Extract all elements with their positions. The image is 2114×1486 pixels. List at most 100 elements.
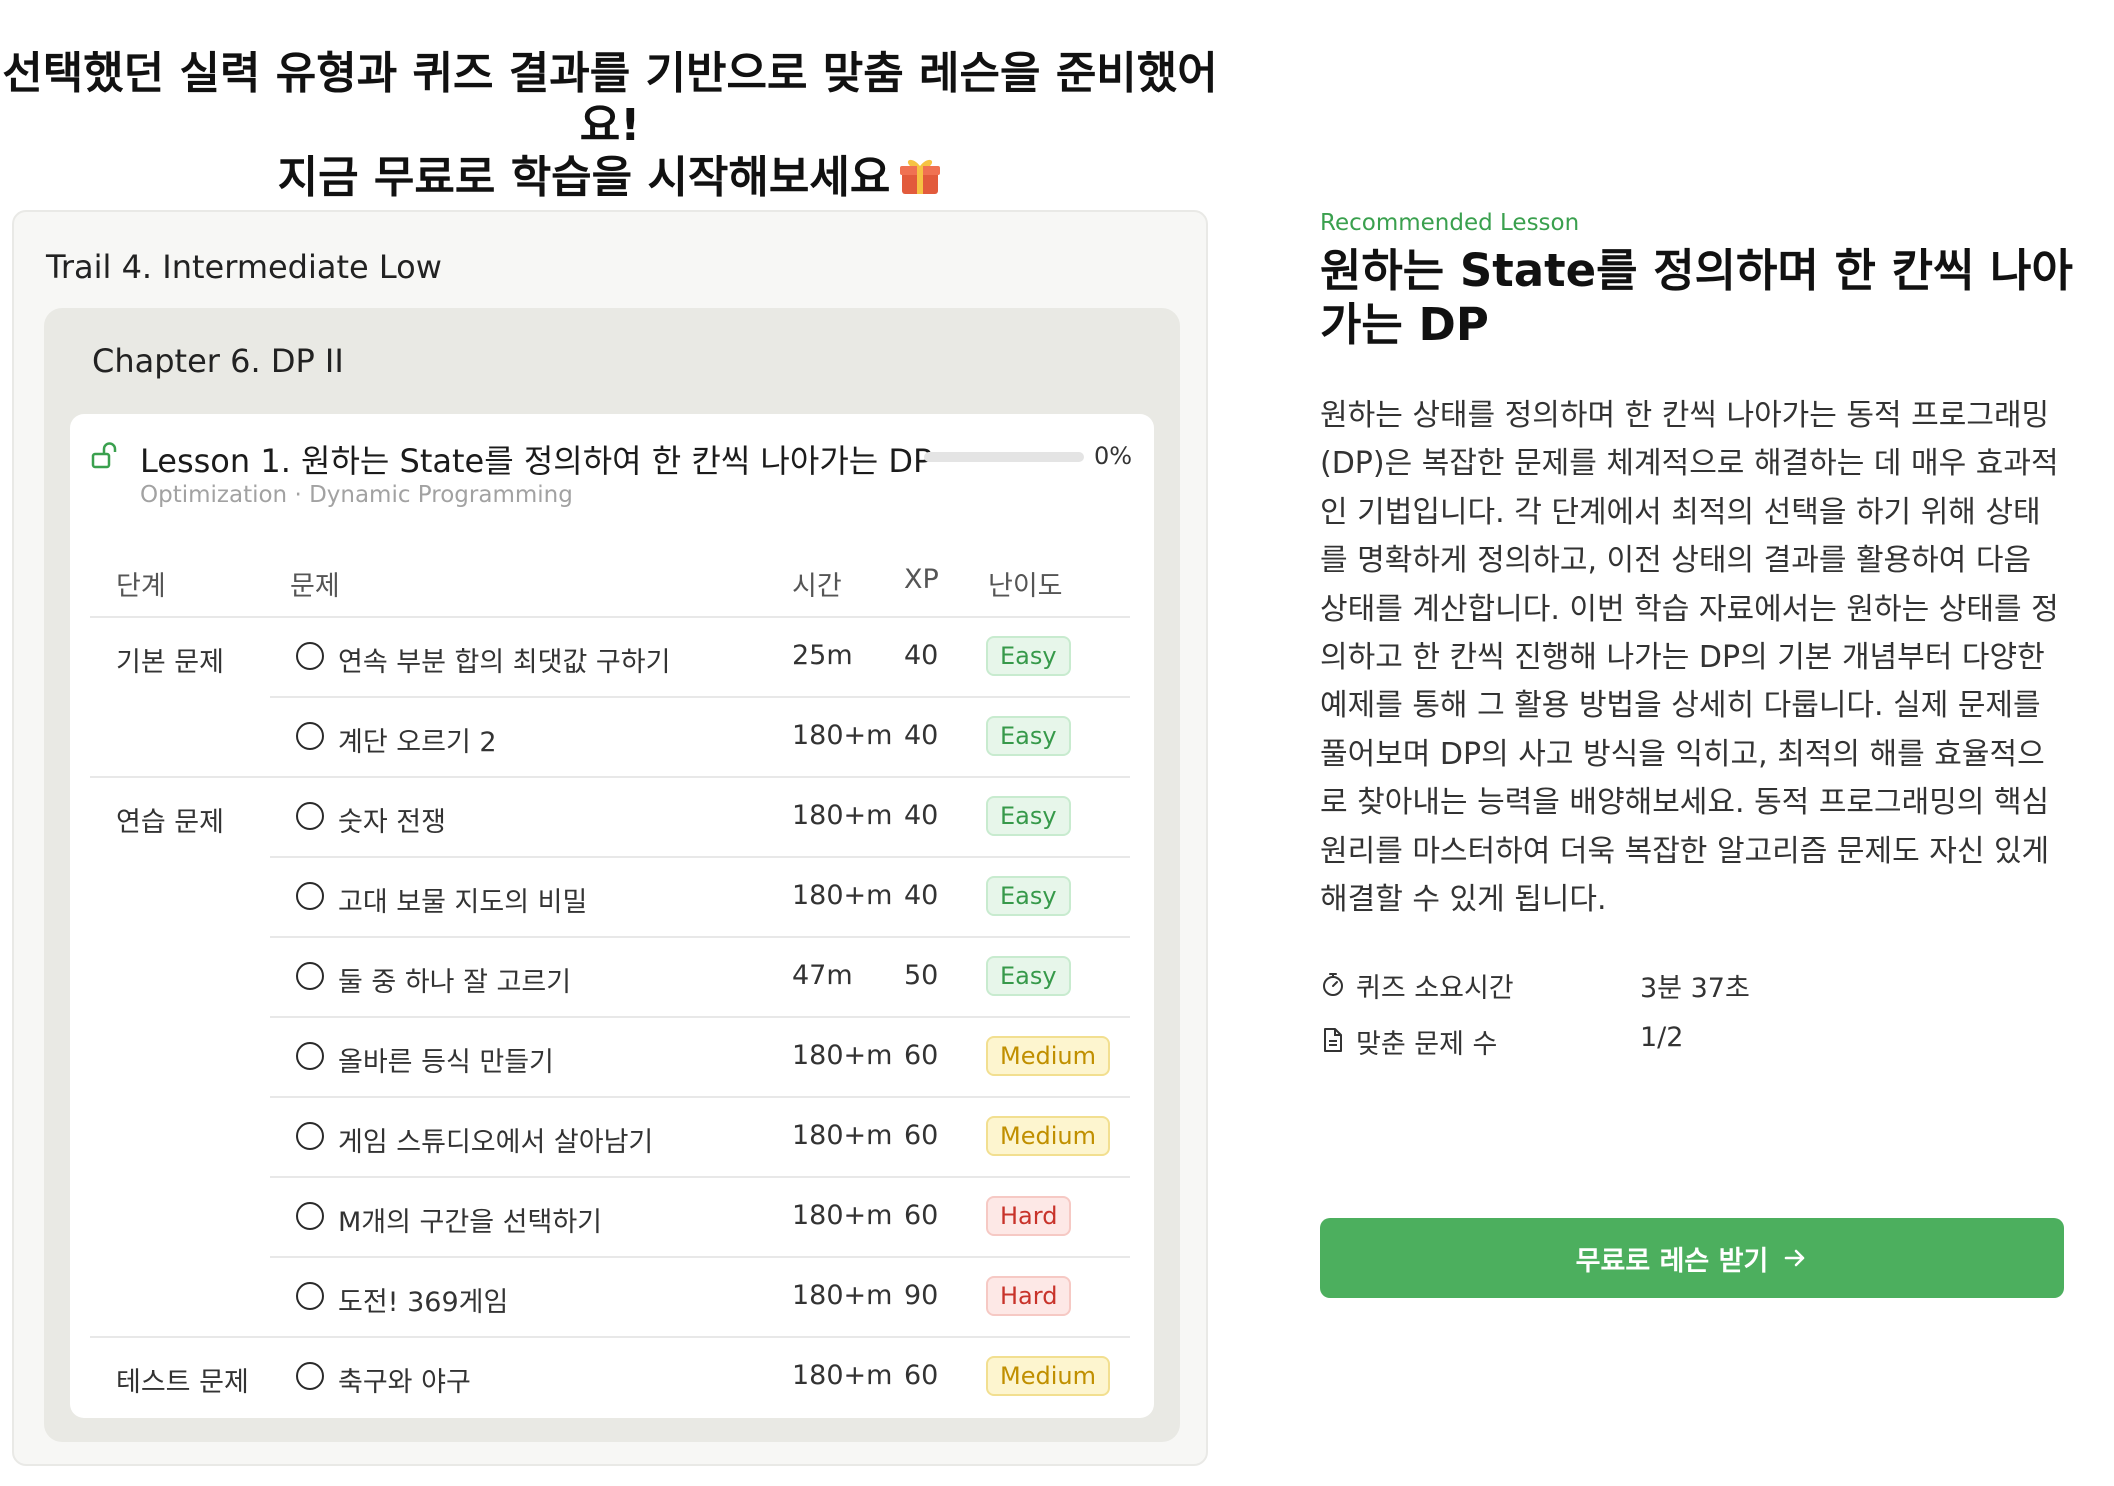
problem-xp: 40: [904, 880, 939, 911]
quiz-time-value: 3분 37초: [1640, 973, 1750, 1004]
problem-name: M개의 구간을 선택하기: [338, 1207, 603, 1238]
table-row[interactable]: 기본 문제 연속 부분 합의 최댓값 구하기 25m 40 Easy: [90, 616, 1130, 696]
table-row[interactable]: 계단 오르기 2 180+m 40 Easy: [90, 696, 1130, 776]
table-body: 기본 문제 연속 부분 합의 최댓값 구하기 25m 40 Easy 계단 오르기 2 18…: [90, 616, 1130, 1416]
chapter-title: Chapter 6. DP II: [92, 342, 344, 380]
col-difficulty-header: 난이도: [988, 571, 1063, 602]
row-stage: 테스트 문제: [116, 1367, 249, 1398]
difficulty-badge: Easy: [986, 636, 1071, 676]
row-divider: [270, 1256, 1130, 1258]
problem-name: 숫자 전쟁: [338, 807, 446, 838]
row-divider: [270, 1016, 1130, 1018]
col-xp-header: XP: [904, 564, 939, 595]
status-circle-icon: [296, 802, 324, 830]
page-headline: 선택했던 실력 유형과 퀴즈 결과를 기반으로 맞춤 레슨을 준비했어요! 지금…: [0, 48, 1220, 204]
difficulty-badge: Easy: [986, 796, 1071, 836]
problem-xp: 50: [904, 960, 939, 991]
table-row[interactable]: M개의 구간을 선택하기 180+m 60 Hard: [90, 1176, 1130, 1256]
unlock-icon: [91, 442, 117, 469]
difficulty-badge: Medium: [986, 1356, 1110, 1396]
difficulty-badge: Easy: [986, 716, 1071, 756]
problem-name: 연속 부분 합의 최댓값 구하기: [338, 647, 671, 678]
table-row[interactable]: 테스트 문제 축구와 야구 180+m 60 Medium: [90, 1336, 1130, 1416]
correct-count-value: 1/2: [1640, 1022, 1684, 1053]
row-divider: [270, 696, 1130, 698]
table-row[interactable]: 게임 스튜디오에서 살아남기 180+m 60 Medium: [90, 1096, 1130, 1176]
status-circle-icon: [296, 642, 324, 670]
row-divider: [90, 616, 1130, 618]
status-circle-icon: [296, 962, 324, 990]
row-divider: [90, 776, 1130, 778]
recommended-description: 원하는 상태를 정의하며 한 칸씩 나아가는 동적 프로그래밍(DP)은 복잡한…: [1320, 398, 2059, 918]
table-row[interactable]: 고대 보물 지도의 비밀 180+m 40 Easy: [90, 856, 1130, 936]
problem-name: 올바른 등식 만들기: [338, 1047, 554, 1078]
difficulty-badge: Easy: [986, 876, 1071, 916]
headline-line-2-text: 지금 무료로 학습을 시작해보세요: [277, 152, 891, 203]
row-stage: 연습 문제: [116, 807, 224, 838]
row-stage: 기본 문제: [116, 647, 224, 678]
problem-name: 축구와 야구: [338, 1367, 471, 1398]
status-circle-icon: [296, 1122, 324, 1150]
problem-table: 단계 문제 시간 XP 난이도 기본 문제 연속 부분 합의 최댓값 구하기 25m…: [90, 546, 1130, 1416]
problem-time: 180+m: [792, 1040, 893, 1071]
document-icon: [1324, 1028, 1342, 1052]
table-row[interactable]: 올바른 등식 만들기 180+m 60 Medium: [90, 1016, 1130, 1096]
row-divider: [270, 1176, 1130, 1178]
difficulty-badge: Medium: [986, 1036, 1110, 1076]
problem-time: 180+m: [792, 880, 893, 911]
table-row[interactable]: 둘 중 하나 잘 고르기 47m 50 Easy: [90, 936, 1130, 1016]
status-circle-icon: [296, 1042, 324, 1070]
status-circle-icon: [296, 1362, 324, 1390]
problem-name: 게임 스튜디오에서 살아남기: [338, 1127, 654, 1158]
trail-card: Trail 4. Intermediate Low Chapter 6. DP …: [12, 210, 1208, 1466]
get-free-lesson-button[interactable]: 무료로 레슨 받기: [1320, 1218, 2064, 1298]
lesson-title[interactable]: Lesson 1. 원하는 State를 정의하여 한 칸씩 나아가는 DP: [140, 436, 932, 482]
difficulty-badge: Easy: [986, 956, 1071, 996]
gift-icon: [900, 159, 941, 194]
status-circle-icon: [296, 1282, 324, 1310]
arrow-right-icon: [1785, 1249, 1805, 1267]
problem-name: 고대 보물 지도의 비밀: [338, 887, 588, 918]
problem-xp: 60: [904, 1360, 939, 1391]
trail-title: Trail 4. Intermediate Low: [46, 248, 442, 286]
headline-line-1: 선택했던 실력 유형과 퀴즈 결과를 기반으로 맞춤 레슨을 준비했어요!: [2, 48, 1218, 151]
problem-xp: 90: [904, 1280, 939, 1311]
lesson-progress-text: 0%: [1094, 442, 1133, 470]
difficulty-badge: Hard: [986, 1196, 1072, 1236]
problem-xp: 40: [904, 800, 939, 831]
problem-time: 180+m: [792, 800, 893, 831]
lesson-subtitle: Optimization · Dynamic Programming: [140, 482, 573, 508]
row-divider: [90, 1336, 1130, 1338]
problem-time: 47m: [792, 960, 853, 991]
lesson-card[interactable]: Lesson 1. 원하는 State를 정의하여 한 칸씩 나아가는 DP O…: [70, 414, 1154, 1418]
problem-name: 둘 중 하나 잘 고르기: [338, 967, 572, 998]
difficulty-badge: Medium: [986, 1116, 1110, 1156]
headline-line-2: 지금 무료로 학습을 시작해보세요: [0, 152, 1220, 204]
get-free-lesson-label: 무료로 레슨 받기: [1575, 1245, 1769, 1277]
table-row[interactable]: 도전! 369게임 180+m 90 Hard: [90, 1256, 1130, 1336]
problem-name: 계단 오르기 2: [338, 727, 497, 758]
table-header: 단계 문제 시간 XP 난이도: [90, 546, 1130, 616]
recommended-label: Recommended Lesson: [1320, 210, 1580, 236]
row-divider: [270, 856, 1130, 858]
problem-time: 180+m: [792, 1360, 893, 1391]
col-problem-header: 문제: [290, 571, 340, 602]
table-row[interactable]: 연습 문제 숫자 전쟁 180+m 40 Easy: [90, 776, 1130, 856]
status-circle-icon: [296, 1202, 324, 1230]
status-circle-icon: [296, 882, 324, 910]
problem-xp: 60: [904, 1120, 939, 1151]
status-circle-icon: [296, 722, 324, 750]
problem-time: 180+m: [792, 1280, 893, 1311]
problem-time: 25m: [792, 640, 853, 671]
col-stage-header: 단계: [116, 571, 166, 602]
problem-xp: 40: [904, 640, 939, 671]
difficulty-badge: Hard: [986, 1276, 1072, 1316]
problem-time: 180+m: [792, 1120, 893, 1151]
problem-time: 180+m: [792, 720, 893, 751]
problem-xp: 60: [904, 1200, 939, 1231]
problem-time: 180+m: [792, 1200, 893, 1231]
row-divider: [270, 936, 1130, 938]
correct-count-label: 맞춘 문제 수: [1356, 1029, 1498, 1060]
problem-xp: 60: [904, 1040, 939, 1071]
recommended-title: 원하는 State를 정의하며 한 칸씩 나아가는 DP: [1320, 244, 2073, 351]
